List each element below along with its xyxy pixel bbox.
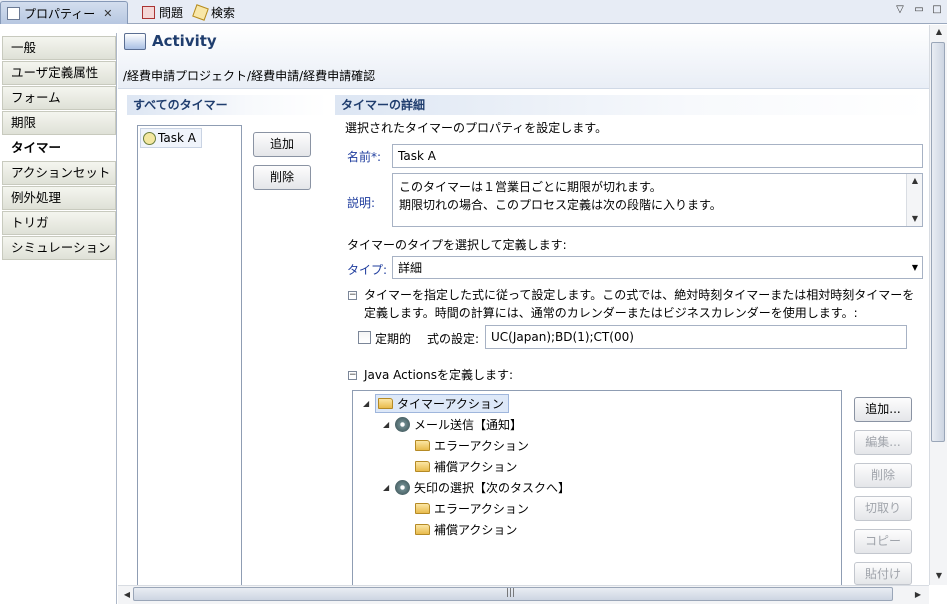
nav-item-general[interactable]: 一般 — [2, 36, 116, 60]
tree-item-label: 補償アクション — [434, 459, 518, 474]
name-label: 名前*: — [347, 150, 382, 164]
tree-item[interactable]: ◢ タイマーアクション — [363, 393, 509, 413]
description-line-1: このタイマーは１営業日ごとに期限が切れます。 — [399, 180, 662, 194]
scroll-grip-icon: ||| — [506, 588, 516, 598]
scroll-up-icon[interactable]: ▲ — [908, 176, 922, 185]
type-intro-text: タイマーのタイプを選択して定義します: — [347, 238, 567, 252]
nav-item-action-set[interactable]: アクションセット — [2, 161, 116, 185]
minimize-icon[interactable]: ▭ — [912, 3, 926, 17]
expression-description-line-1: タイマーを指定した式に従って設定します。この式では、絶対時刻タイマーまたは相対時… — [364, 288, 915, 302]
delete-action-button[interactable]: 削除 — [854, 463, 912, 488]
name-field[interactable]: Task A — [392, 144, 923, 168]
collapse-icon[interactable]: − — [348, 291, 357, 300]
scroll-right-icon[interactable]: ▶ — [911, 590, 925, 599]
expand-triangle-icon[interactable]: ◢ — [383, 483, 395, 492]
tree-item[interactable]: 補償アクション — [415, 519, 517, 539]
search-icon — [192, 4, 209, 21]
tree-item[interactable]: ◢ 矢印の選択【次のタスクへ】 — [383, 477, 570, 497]
nav-item-deadline[interactable]: 期限 — [2, 111, 116, 135]
details-intro-text: 選択されたタイマーのプロパティを設定します。 — [345, 121, 608, 135]
tab-properties-label: プロパティー — [24, 6, 96, 21]
view-menu-icon[interactable]: ▽ — [893, 3, 907, 17]
timer-list[interactable] — [137, 125, 242, 595]
horizontal-scroll-thumb[interactable]: ||| — [133, 587, 893, 601]
activity-icon — [124, 33, 146, 50]
tree-item[interactable]: 補償アクション — [415, 456, 517, 476]
paste-action-button[interactable]: 貼付け — [854, 562, 912, 585]
add-action-button[interactable]: 追加... — [854, 397, 912, 422]
tree-item-label: エラーアクション — [434, 438, 529, 453]
gear-icon — [395, 416, 410, 432]
nav-item-form[interactable]: フォーム — [2, 86, 116, 110]
type-select-value: 詳細 — [398, 261, 423, 275]
java-actions-tree[interactable]: ◢ タイマーアクション ◢ メール送信【通知】 エラーアクション 補償アクション… — [352, 390, 842, 590]
tab-search[interactable]: 検索 — [188, 1, 241, 24]
tree-item-label: メール送信【通知】 — [414, 417, 523, 432]
chevron-down-icon: ▼ — [911, 263, 918, 272]
tab-problems[interactable]: 問題 — [136, 1, 189, 24]
nav-item-trigger[interactable]: トリガ — [2, 211, 116, 235]
tree-item-label: 補償アクション — [434, 522, 518, 537]
edit-action-button[interactable]: 編集... — [854, 430, 912, 455]
delete-timer-button[interactable]: 削除 — [253, 165, 311, 190]
tree-item-selected[interactable]: タイマーアクション — [375, 393, 509, 413]
folder-icon — [378, 397, 393, 409]
tree-item[interactable]: エラーアクション — [415, 435, 529, 455]
folder-icon — [415, 460, 430, 472]
description-scrollbar[interactable]: ▲ ▼ — [906, 174, 922, 226]
nav-item-timer[interactable]: タイマー — [2, 136, 116, 160]
collapse-icon[interactable]: − — [348, 371, 357, 380]
tree-item-label: エラーアクション — [434, 501, 529, 516]
tree-item[interactable]: エラーアクション — [415, 498, 529, 518]
page-title: Activity — [152, 32, 217, 50]
maximize-icon[interactable]: □ — [930, 3, 944, 17]
description-label: 説明: — [347, 196, 376, 210]
timer-details-section-title: タイマーの詳細 — [335, 95, 928, 115]
tab-problems-label: 問題 — [159, 6, 184, 20]
scroll-down-icon[interactable]: ▼ — [908, 214, 922, 223]
scroll-down-icon[interactable]: ▼ — [932, 571, 946, 580]
tab-search-label: 検索 — [211, 6, 236, 20]
tree-item-label: 矢印の選択【次のタスクへ】 — [414, 480, 571, 495]
type-label: タイプ: — [347, 263, 388, 277]
properties-icon — [7, 6, 20, 20]
description-textarea[interactable]: このタイマーは１営業日ごとに期限が切れます。 期限切れの場合、このプロセス定義は… — [392, 173, 923, 227]
nav-item-exception-handling[interactable]: 例外処理 — [2, 186, 116, 210]
add-timer-button[interactable]: 追加 — [253, 132, 311, 157]
periodic-checkbox[interactable] — [358, 331, 371, 344]
expand-triangle-icon[interactable]: ◢ — [363, 399, 375, 408]
tree-item-label: タイマーアクション — [397, 396, 504, 411]
expand-triangle-icon[interactable]: ◢ — [383, 420, 395, 429]
timer-list-item[interactable]: Task A — [140, 128, 202, 148]
java-actions-label: Java Actionsを定義します: — [364, 368, 514, 382]
gear-icon — [395, 479, 410, 495]
tab-properties[interactable]: プロパティー ✕ — [0, 1, 128, 24]
tree-item[interactable]: ◢ メール送信【通知】 — [383, 414, 522, 434]
description-line-2: 期限切れの場合、このプロセス定義は次の段階に入ります。 — [399, 198, 722, 212]
periodic-label: 定期的 — [375, 332, 412, 346]
clock-icon — [143, 131, 156, 145]
folder-icon — [415, 439, 430, 451]
close-icon[interactable]: ✕ — [103, 7, 112, 20]
view-tab-bar: プロパティー ✕ 問題 検索 ▽ ▭ □ — [0, 0, 947, 24]
cut-action-button[interactable]: 切取り — [854, 496, 912, 521]
expression-description-line-2: 定義します。時間の計算には、通常のカレンダーまたはビジネスカレンダーを使用します… — [364, 306, 858, 320]
type-select[interactable]: 詳細 ▼ — [392, 256, 923, 279]
scroll-left-icon[interactable]: ◀ — [120, 590, 134, 599]
breadcrumb: /経費申請プロジェクト/経費申請/経費申請確認 — [123, 69, 376, 83]
expression-field[interactable]: UC(Japan);BD(1);CT(00) — [485, 325, 907, 349]
problems-icon — [142, 6, 155, 19]
folder-icon — [415, 502, 430, 514]
timer-item-label: Task A — [158, 131, 196, 145]
vertical-scroll-thumb[interactable] — [931, 42, 945, 442]
nav-item-simulation[interactable]: シミュレーション — [2, 236, 116, 260]
all-timers-section-title: すべてのタイマー — [127, 95, 327, 115]
scroll-up-icon[interactable]: ▲ — [932, 27, 946, 36]
expression-label: 式の設定: — [427, 332, 480, 346]
copy-action-button[interactable]: コピー — [854, 529, 912, 554]
folder-icon — [415, 523, 430, 535]
property-sections-nav: 一般 ユーザ定義属性 フォーム 期限 タイマー アクションセット 例外処理 トリ… — [0, 33, 117, 604]
nav-item-user-attributes[interactable]: ユーザ定義属性 — [2, 61, 116, 85]
